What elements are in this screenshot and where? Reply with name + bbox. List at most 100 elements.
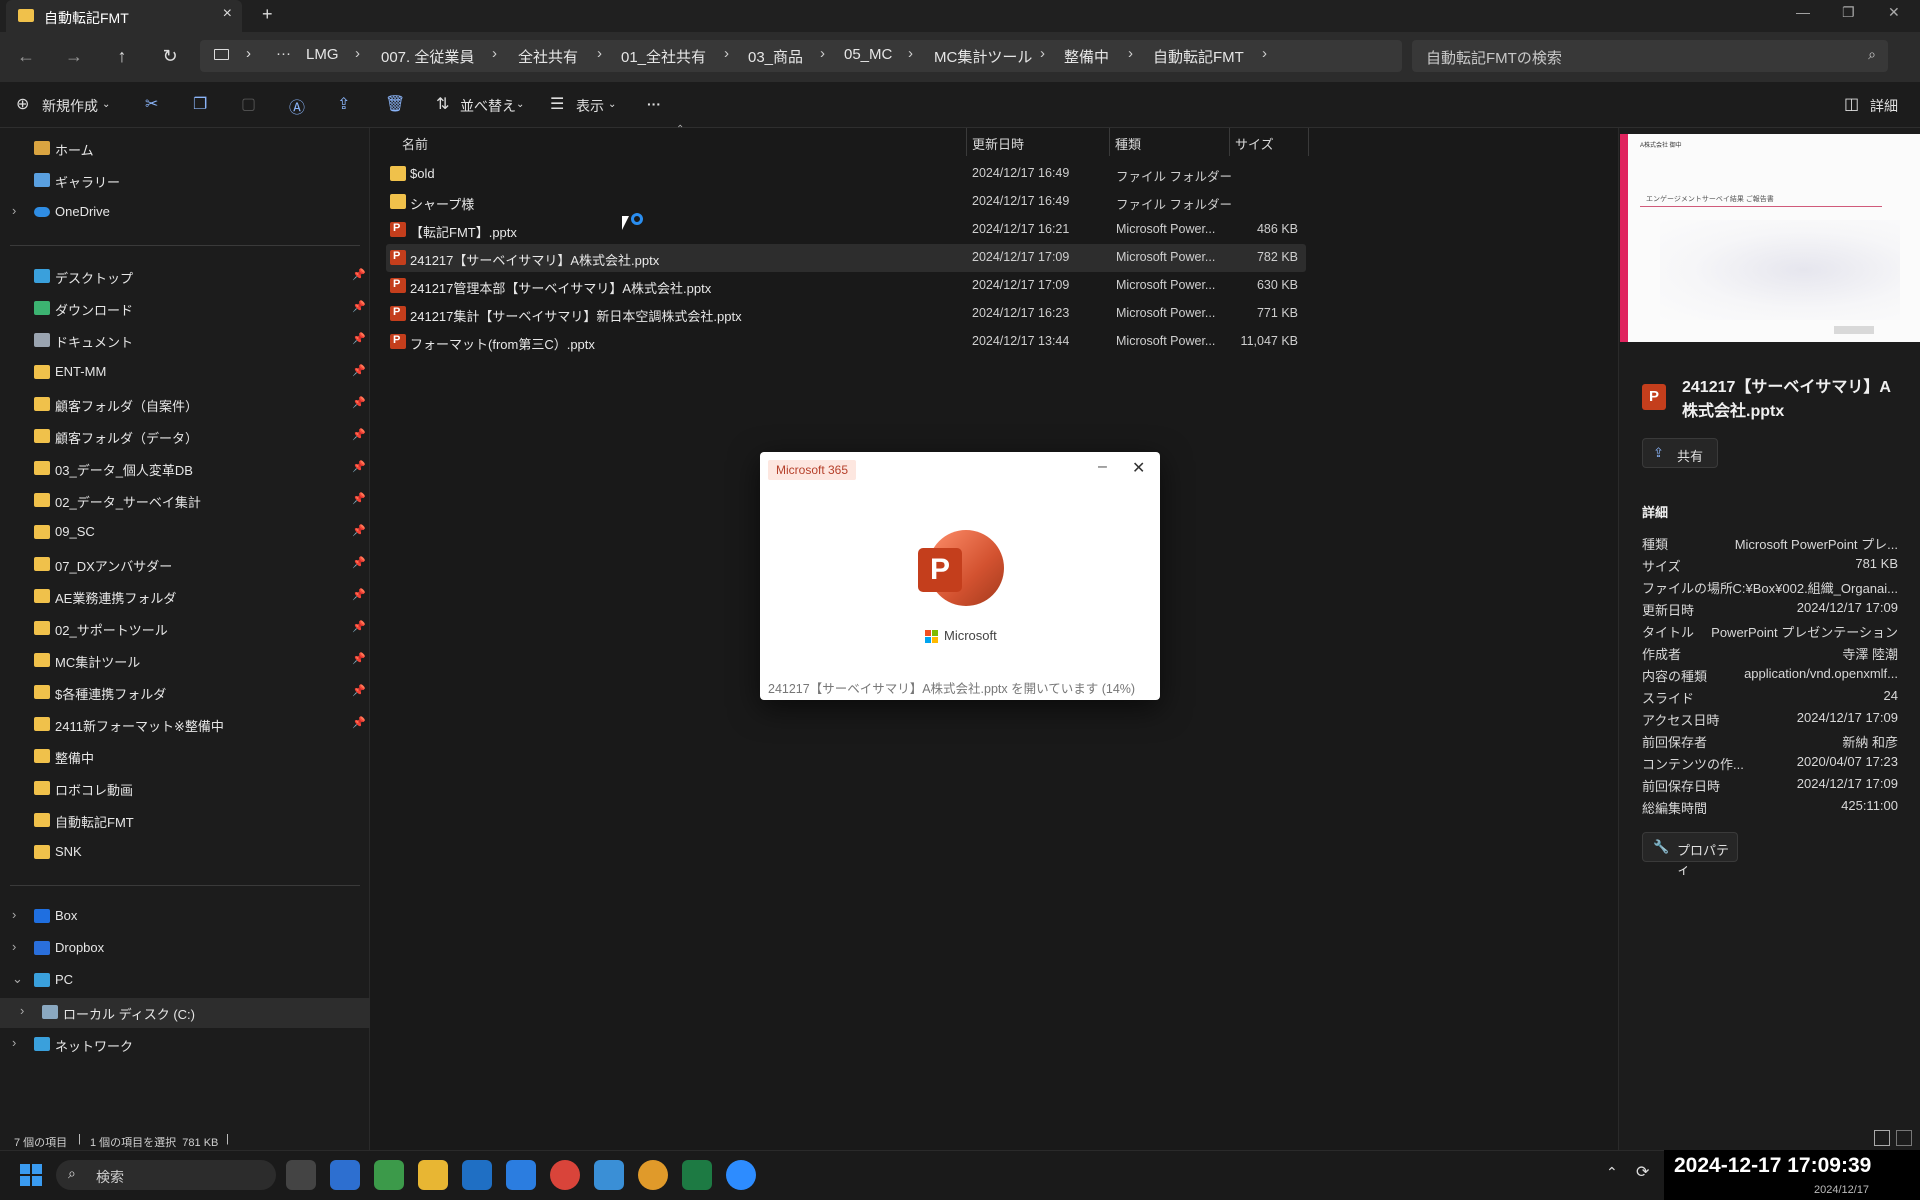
nav-home[interactable]: ホーム [0,134,370,164]
taskbar-search[interactable]: ⌕ 検索 [56,1160,276,1190]
delete-icon[interactable]: 🗑 [385,94,405,114]
nav-folder[interactable]: 整備中 [0,742,370,772]
crumb-05-mc[interactable]: 05_MC [844,46,892,63]
mail-icon[interactable] [506,1160,536,1190]
tab-active[interactable]: 自動転記FMT × [6,0,242,32]
pin-icon[interactable]: 📌 [352,428,366,441]
pin-icon[interactable]: 📌 [352,716,366,729]
column-divider[interactable] [966,128,967,156]
nav-pc[interactable]: ⌄ PC [0,966,370,996]
forward-button[interactable]: → [62,44,86,68]
nav-folder[interactable]: 07_DXアンバサダー 📌 [0,550,370,580]
nav-folder[interactable]: 03_データ_個人変革DB 📌 [0,454,370,484]
details-view-icon[interactable] [1874,1130,1890,1146]
column-divider[interactable] [1229,128,1230,156]
properties-button[interactable]: 🔧 プロパティ [1642,832,1738,877]
pin-icon[interactable]: 📌 [352,364,366,377]
chevron-right-icon[interactable]: › [12,907,16,922]
pin-icon[interactable]: 📌 [352,652,366,665]
file-row[interactable]: シャープ様 2024/12/17 16:49 ファイル フォルダー [386,188,1306,216]
new-tab-button[interactable]: + [262,4,273,25]
pin-icon[interactable]: 📌 [352,300,366,313]
nav-folder[interactable]: AE業務連携フォルダ 📌 [0,582,370,612]
file-row-selected[interactable]: 241217【サーベイサマリ】A株式会社.pptx 2024/12/17 17:… [386,244,1306,272]
view-button[interactable]: 表示 [576,96,604,116]
nav-folder[interactable]: 自動転記FMT [0,806,370,836]
sync-icon[interactable]: ⟳ [1636,1162,1649,1182]
nav-documents[interactable]: ドキュメント 📌 [0,326,370,356]
nav-folder[interactable]: 2411新フォーマット※整備中 📌 [0,710,370,740]
refresh-button[interactable]: ↻ [158,44,182,68]
nav-folder[interactable]: 02_サポートツール 📌 [0,614,370,644]
nav-gallery[interactable]: ギャラリー [0,166,370,196]
chevron-right-icon[interactable]: › [12,203,16,218]
minimize-button[interactable]: — [1796,4,1810,20]
share-button[interactable]: ⇪ 共有 [1642,438,1718,468]
nav-local-disk[interactable]: › ローカル ディスク (C:) [0,998,370,1028]
outlook-icon[interactable] [462,1160,492,1190]
sort-button[interactable]: 並べ替え [460,96,516,116]
close-icon[interactable]: × [223,5,232,23]
crumb-03-products[interactable]: 03_商品 [748,46,803,67]
crumb-01-shared[interactable]: 01_全社共有 [621,46,706,67]
nav-folder[interactable]: 09_SC 📌 [0,518,370,548]
nav-folder[interactable]: 顧客フォルダ（データ） 📌 [0,422,370,452]
more-button[interactable]: ··· [647,96,661,112]
nav-desktop[interactable]: デスクトップ 📌 [0,262,370,292]
minimize-icon[interactable]: – [1098,458,1107,476]
pin-icon[interactable]: 📌 [352,460,366,473]
copy-icon[interactable]: ❐ [193,94,207,114]
pin-icon[interactable]: 📌 [352,620,366,633]
crumb-current[interactable]: 自動転記FMT [1153,46,1244,67]
new-button[interactable]: 新規作成 [42,96,98,116]
file-row[interactable]: 241217集計【サーベイサマリ】新日本空調株式会社.pptx 2024/12/… [386,300,1306,328]
search-box[interactable]: 自動転記FMTの検索 ⌕ [1412,40,1888,72]
pin-icon[interactable]: 📌 [352,556,366,569]
chrome-icon[interactable] [638,1160,668,1190]
nav-folder[interactable]: MC集計ツール 📌 [0,646,370,676]
search-input[interactable]: 自動転記FMTの検索 [1426,47,1562,68]
excel-icon[interactable] [682,1160,712,1190]
column-divider[interactable] [1308,128,1309,156]
file-explorer-icon[interactable] [418,1160,448,1190]
chevron-right-icon[interactable]: › [12,1035,16,1050]
nav-folder[interactable]: SNK [0,838,370,868]
nav-downloads[interactable]: ダウンロード 📌 [0,294,370,324]
notepad-icon[interactable] [594,1160,624,1190]
ellipsis-icon[interactable]: ··· [276,45,291,62]
nav-onedrive[interactable]: › OneDrive [0,198,370,228]
chat-app-icon[interactable] [374,1160,404,1190]
file-row[interactable]: 241217管理本部【サーベイサマリ】A株式会社.pptx 2024/12/17… [386,272,1306,300]
nav-box[interactable]: › Box [0,902,370,932]
crumb-all-employees[interactable]: 007. 全従業員 [381,46,474,67]
nav-folder[interactable]: ロボコレ動画 [0,774,370,804]
up-button[interactable]: ↑ [110,44,134,68]
column-header-size[interactable]: サイズ [1235,134,1274,153]
close-icon[interactable]: ✕ [1132,458,1145,478]
nav-network[interactable]: › ネットワーク [0,1030,370,1060]
pin-icon[interactable]: 📌 [352,524,366,537]
pin-icon[interactable]: 📌 [352,684,366,697]
rename-icon[interactable]: Ⓐ [289,94,305,118]
share-icon[interactable]: ⇪ [337,94,350,114]
start-button-icon[interactable] [20,1164,42,1186]
column-header-name[interactable]: 名前 [402,134,428,153]
chrome-icon[interactable] [550,1160,580,1190]
paste-icon[interactable]: ▢ [241,94,256,114]
file-row[interactable]: フォーマット(from第三C）.pptx 2024/12/17 13:44 Mi… [386,328,1306,356]
back-button[interactable]: ← [14,44,38,68]
nav-dropbox[interactable]: › Dropbox [0,934,370,964]
nav-folder[interactable]: $各種連携フォルダ 📌 [0,678,370,708]
nav-folder[interactable]: 顧客フォルダ（自案件） 📌 [0,390,370,420]
close-window-button[interactable]: ✕ [1888,4,1900,21]
pin-icon[interactable]: 📌 [352,332,366,345]
column-header-date[interactable]: 更新日時 [972,134,1024,153]
maximize-button[interactable]: ❐ [1842,4,1855,21]
crumb-mc-tool[interactable]: MC集計ツール [934,46,1032,67]
column-header-type[interactable]: 種類 [1115,134,1141,153]
crumb-lmg[interactable]: LMG [306,46,339,63]
nav-folder[interactable]: ENT-MM 📌 [0,358,370,388]
chevron-right-icon[interactable]: › [12,939,16,954]
file-row[interactable]: 【転記FMT】.pptx 2024/12/17 16:21 Microsoft … [386,216,1306,244]
chevron-up-icon[interactable]: ⌃ [1606,1164,1618,1181]
